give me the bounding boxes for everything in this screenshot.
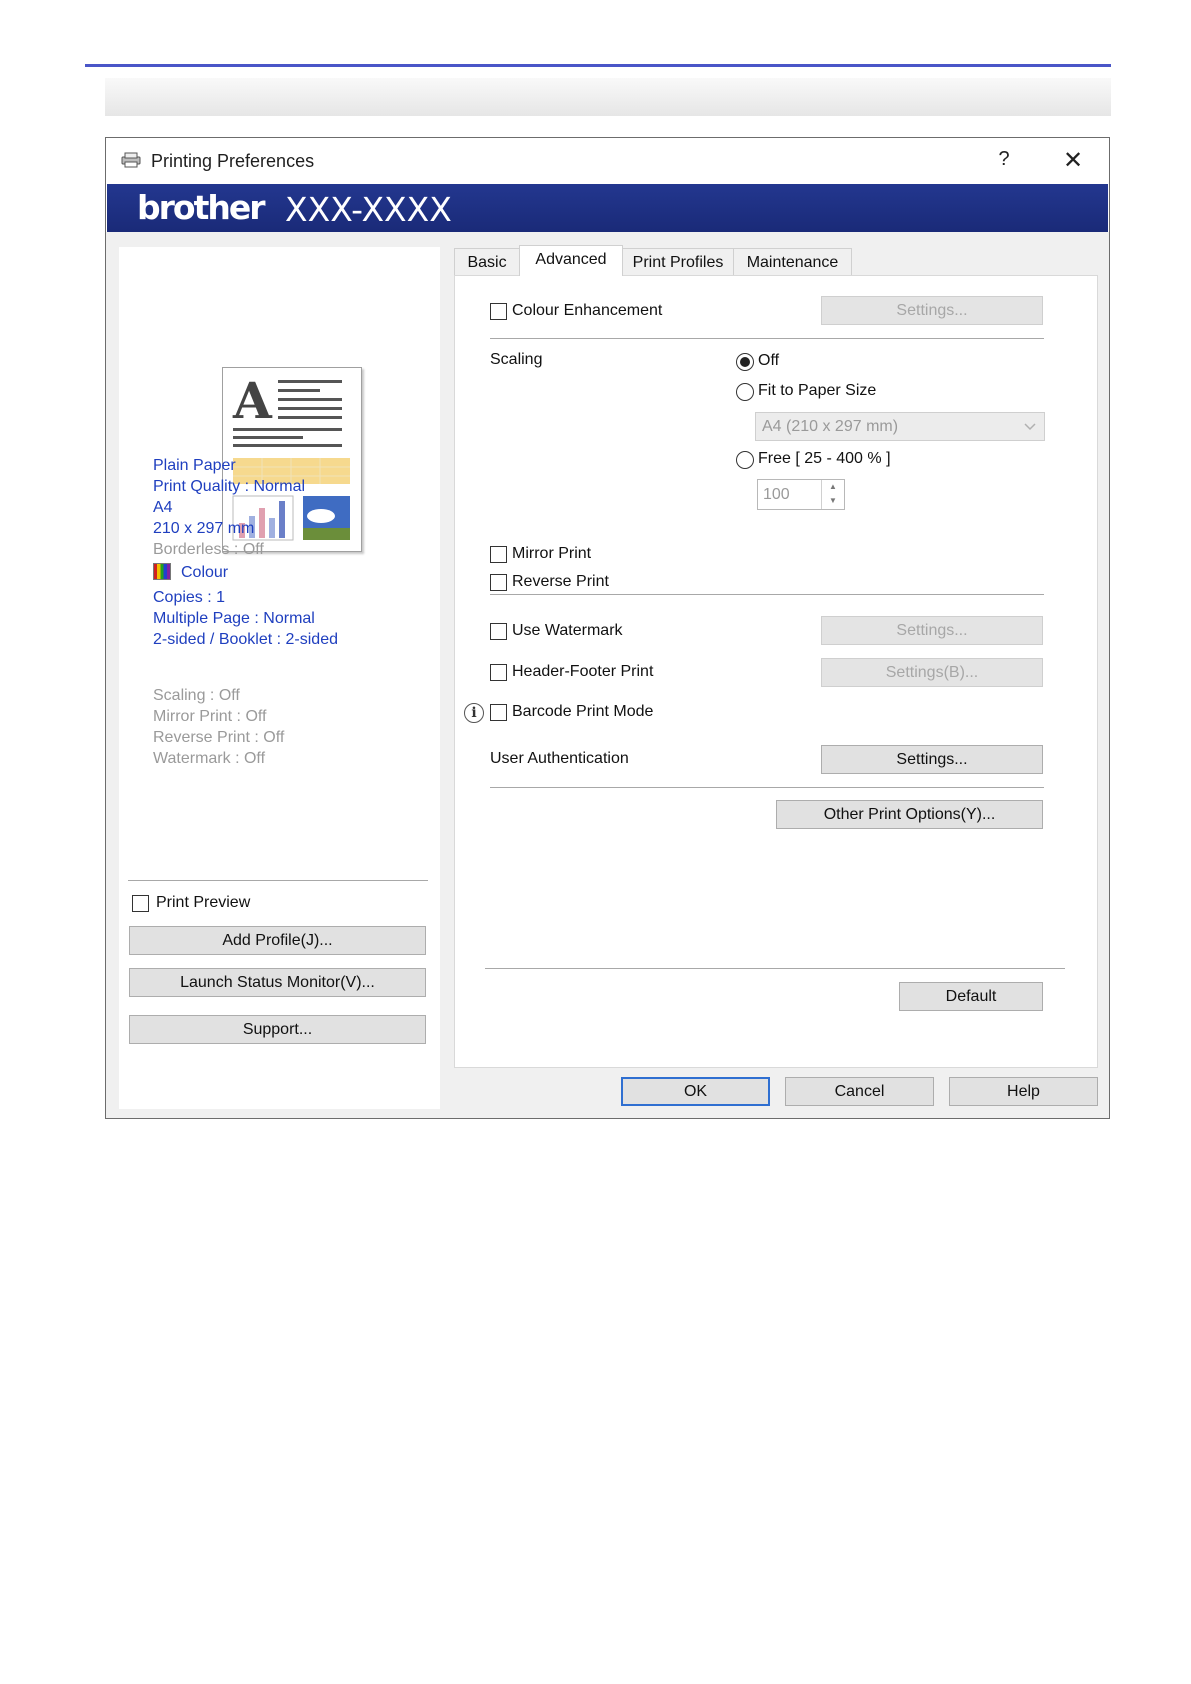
page-header-band: [105, 78, 1111, 116]
model-name: XXX-XXXX: [285, 190, 452, 229]
free-scaling-spinner[interactable]: 100 ▲ ▼: [757, 479, 845, 510]
summary-dimensions: 210 x 297 mm: [153, 520, 255, 537]
close-icon[interactable]: ✕: [1063, 146, 1083, 175]
header-footer-checkbox[interactable]: [490, 664, 507, 681]
spin-down-icon[interactable]: ▼: [822, 494, 844, 508]
print-preview-checkbox[interactable]: [132, 895, 149, 912]
printing-preferences-dialog: Printing Preferences ? ✕ brother XXX-XXX…: [105, 137, 1110, 1119]
title-bar: Printing Preferences ? ✕: [106, 138, 1109, 184]
add-profile-button[interactable]: Add Profile(J)...: [129, 926, 426, 955]
summary-reverse: Reverse Print : Off: [153, 729, 285, 746]
summary-paper: A4: [153, 499, 173, 516]
free-scaling-label: Free [ 25 - 400 % ]: [758, 450, 891, 467]
printer-icon: [121, 152, 141, 168]
colour-enhancement-label: Colour Enhancement: [512, 302, 663, 319]
spinner-arrows[interactable]: ▲ ▼: [821, 480, 844, 509]
summary-multiple-page: Multiple Page : Normal: [153, 610, 315, 627]
summary-colour-label: Colour: [181, 564, 229, 581]
brand-banner: brother XXX-XXXX: [107, 184, 1108, 232]
summary-quality: Print Quality : Normal: [153, 478, 306, 495]
ok-button[interactable]: OK: [621, 1077, 770, 1106]
other-print-options-button[interactable]: Other Print Options(Y)...: [776, 800, 1043, 829]
separator-1: [490, 338, 1044, 339]
summary-scaling: Scaling : Off: [153, 687, 240, 704]
barcode-print-mode-checkbox[interactable]: [490, 704, 507, 721]
info-icon: i: [464, 703, 484, 723]
mirror-print-label: Mirror Print: [512, 545, 592, 562]
watermark-settings-button[interactable]: Settings...: [821, 616, 1043, 645]
svg-text:A: A: [232, 371, 273, 430]
tab-maintenance[interactable]: Maintenance: [733, 248, 852, 275]
use-watermark-label: Use Watermark: [512, 622, 623, 639]
free-scaling-value: 100: [763, 486, 790, 503]
support-button[interactable]: Support...: [129, 1015, 426, 1044]
fit-to-paper-radio[interactable]: [736, 383, 754, 401]
scaling-off-label: Off: [758, 352, 780, 369]
user-authentication-settings-button[interactable]: Settings...: [821, 745, 1043, 774]
reverse-print-label: Reverse Print: [512, 573, 609, 590]
separator-4: [485, 968, 1065, 969]
summary-borderless: Borderless : Off: [153, 541, 264, 558]
settings-summary-panel: A Plain Paper Print Quality: Normal A4 …: [119, 247, 440, 1109]
paper-size-value: A4 (210 x 297 mm): [762, 418, 899, 435]
header-footer-label: Header-Footer Print: [512, 663, 654, 680]
paper-size-select[interactable]: A4 (210 x 297 mm): [755, 412, 1045, 441]
brand-logo: brother: [137, 188, 265, 227]
colour-settings-button[interactable]: Settings...: [821, 296, 1043, 325]
cancel-button[interactable]: Cancel: [785, 1077, 934, 1106]
chevron-down-icon: [1024, 423, 1036, 431]
page-top-rule: [85, 64, 1111, 67]
left-separator: [128, 880, 428, 881]
colour-enhancement-checkbox[interactable]: [490, 303, 507, 320]
free-scaling-radio[interactable]: [736, 451, 754, 469]
launch-status-monitor-button[interactable]: Launch Status Monitor(V)...: [129, 968, 426, 997]
mirror-print-checkbox[interactable]: [490, 546, 507, 563]
dialog-title: Printing Preferences: [151, 151, 315, 171]
separator-3: [490, 787, 1044, 788]
summary-colour: Colour: [153, 563, 228, 582]
default-button[interactable]: Default: [899, 982, 1043, 1011]
user-authentication-label: User Authentication: [490, 750, 629, 767]
use-watermark-checkbox[interactable]: [490, 623, 507, 640]
barcode-print-mode-label: Barcode Print Mode: [512, 703, 654, 720]
summary-mirror: Mirror Print : Off: [153, 708, 267, 725]
spin-up-icon[interactable]: ▲: [822, 480, 844, 494]
advanced-tab-panel: Colour Enhancement Settings... Scaling O…: [454, 275, 1098, 1068]
summary-duplex: 2-sided / Booklet : 2-sided: [153, 631, 338, 648]
print-preview-label: Print Preview: [156, 894, 251, 911]
tab-basic[interactable]: Basic: [454, 248, 520, 275]
tab-advanced[interactable]: Advanced: [519, 245, 623, 276]
header-footer-settings-button[interactable]: Settings(B)...: [821, 658, 1043, 687]
summary-copies: Copies : 1: [153, 589, 226, 606]
fit-to-paper-label: Fit to Paper Size: [758, 382, 877, 399]
scaling-off-radio[interactable]: [736, 353, 754, 371]
help-button[interactable]: Help: [949, 1077, 1098, 1106]
tab-print-profiles[interactable]: Print Profiles: [622, 248, 734, 275]
scaling-label: Scaling: [490, 351, 543, 368]
summary-media: Plain Paper: [153, 457, 236, 474]
reverse-print-checkbox[interactable]: [490, 574, 507, 591]
separator-2: [490, 594, 1044, 595]
colour-icon: [153, 563, 171, 580]
help-icon[interactable]: ?: [994, 148, 1014, 171]
summary-watermark: Watermark : Off: [153, 750, 266, 767]
